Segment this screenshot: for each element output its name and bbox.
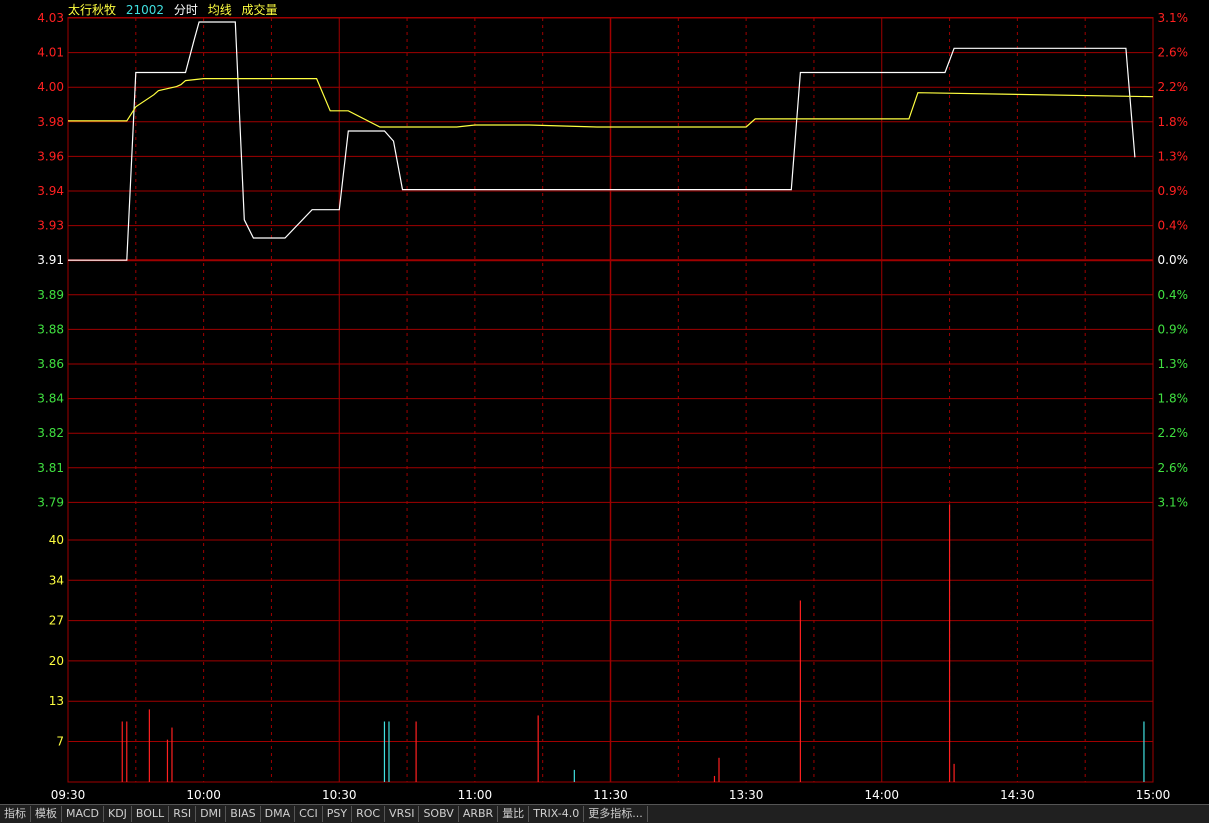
percent-axis-label: 0.0% — [1158, 253, 1189, 267]
indicator-tab-7[interactable]: BIAS — [226, 806, 261, 822]
percent-axis-label: 2.6% — [1158, 461, 1189, 475]
indicator-tab-12[interactable]: VRSI — [385, 806, 420, 822]
time-axis-label: 11:00 — [458, 788, 493, 802]
indicator-tab-11[interactable]: ROC — [352, 806, 386, 822]
volume-axis-label: 34 — [49, 573, 64, 587]
price-axis-label: 4.01 — [37, 46, 64, 60]
percent-axis-label: 1.3% — [1158, 149, 1189, 163]
time-axis-label: 14:30 — [1000, 788, 1035, 802]
price-axis-label: 3.84 — [37, 392, 64, 406]
price-axis-label: 3.96 — [37, 149, 64, 163]
percent-axis-label: 2.6% — [1158, 46, 1189, 60]
percent-axis-label: 0.9% — [1158, 184, 1189, 198]
time-axis-label: 09:30 — [51, 788, 86, 802]
percent-axis-label: 1.8% — [1158, 392, 1189, 406]
percent-axis-label: 0.4% — [1158, 288, 1189, 302]
indicator-tab-10[interactable]: PSY — [323, 806, 353, 822]
volume-axis-label: 13 — [49, 694, 64, 708]
price-axis-label: 3.91 — [37, 253, 64, 267]
indicator-tab-6[interactable]: DMI — [196, 806, 227, 822]
time-axis-label: 14:00 — [864, 788, 899, 802]
price-axis-label: 3.98 — [37, 115, 64, 129]
indicator-tab-2[interactable]: MACD — [62, 806, 104, 822]
indicator-tab-14[interactable]: ARBR — [459, 806, 499, 822]
indicator-tab-bar: 指标 模板 MACD KDJ BOLL RSI DMI BIAS DMA CCI PSY ROC VRS… — [0, 804, 1209, 823]
percent-axis-label: 3.1% — [1158, 11, 1189, 25]
price-axis-label: 4.03 — [37, 11, 64, 25]
price-axis-label: 3.89 — [37, 288, 64, 302]
price-axis-label: 3.93 — [37, 219, 64, 233]
percent-axis-label: 2.2% — [1158, 426, 1189, 440]
volume-axis-label: 40 — [49, 533, 64, 547]
indicator-tab-4[interactable]: BOLL — [132, 806, 170, 822]
percent-axis-label: 0.4% — [1158, 219, 1189, 233]
price-axis-label: 3.88 — [37, 322, 64, 336]
indicator-tab-16[interactable]: TRIX-4.0 — [529, 806, 585, 822]
time-axis-label: 10:00 — [186, 788, 221, 802]
indicator-tab-17[interactable]: 更多指标... — [584, 806, 648, 822]
price-axis-label: 3.86 — [37, 357, 64, 371]
percent-axis-label: 3.1% — [1158, 495, 1189, 509]
time-axis-label: 10:30 — [322, 788, 357, 802]
price-axis-label: 3.81 — [37, 461, 64, 475]
indicator-tab-1[interactable]: 模板 — [31, 806, 62, 822]
indicator-tab-0[interactable]: 指标 — [0, 806, 31, 822]
time-axis-label: 11:30 — [593, 788, 628, 802]
time-axis-label: 15:00 — [1136, 788, 1171, 802]
percent-axis-label: 1.8% — [1158, 115, 1189, 129]
indicator-tab-5[interactable]: RSI — [169, 806, 197, 822]
percent-axis-label: 0.9% — [1158, 322, 1189, 336]
indicator-tab-13[interactable]: SOBV — [419, 806, 459, 822]
indicator-tab-8[interactable]: DMA — [261, 806, 296, 822]
time-axis-label: 13:30 — [729, 788, 764, 802]
indicator-tab-3[interactable]: KDJ — [104, 806, 132, 822]
price-axis-label: 3.82 — [37, 426, 64, 440]
volume-axis-label: 7 — [56, 735, 64, 749]
intraday-chart[interactable]: 4.03 3.1% 4.01 2.6% 4.00 2.2% 3.98 1.8% 3.96 1.3%… — [0, 0, 1209, 804]
volume-axis-label: 27 — [49, 614, 64, 628]
price-axis-label: 4.00 — [37, 80, 64, 94]
price-axis-label: 3.94 — [37, 184, 64, 198]
percent-axis-label: 1.3% — [1158, 357, 1189, 371]
indicator-tab-15[interactable]: 量比 — [498, 806, 530, 822]
indicator-tab-9[interactable]: CCI — [295, 806, 323, 822]
volume-axis-label: 20 — [49, 654, 64, 668]
price-axis-label: 3.79 — [37, 495, 64, 509]
percent-axis-label: 2.2% — [1158, 80, 1189, 94]
price-line — [68, 21, 1136, 261]
